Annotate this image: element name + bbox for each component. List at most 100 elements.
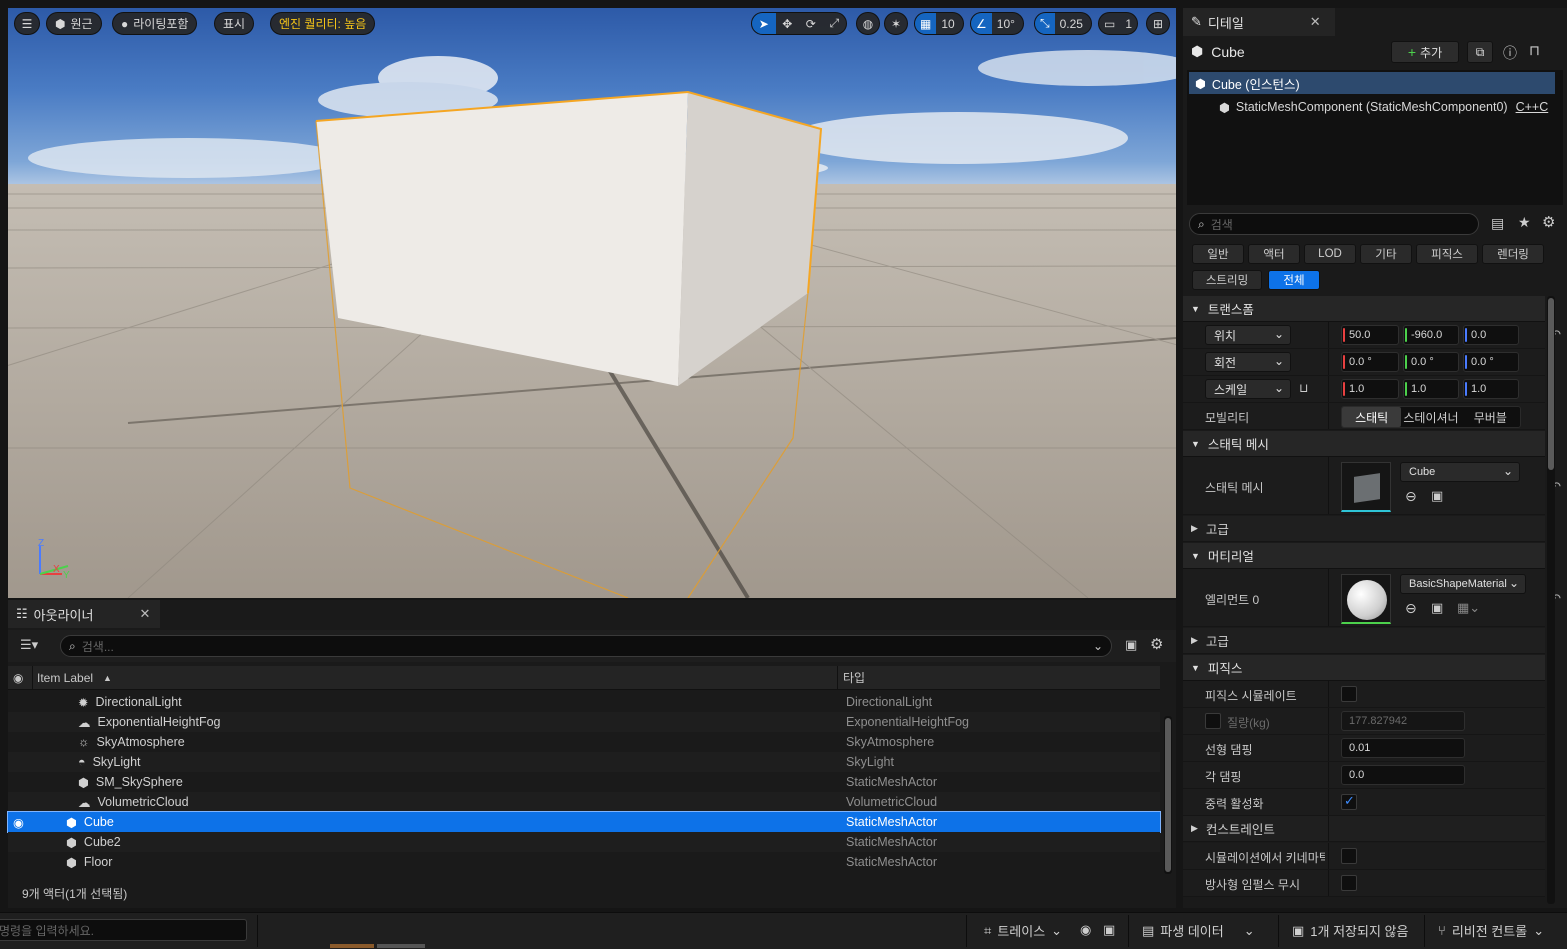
derived-data-button[interactable]: ▤ 파생 데이터 ⌄ <box>1142 913 1255 948</box>
location-dropdown[interactable]: 위치 ⌄ <box>1205 325 1291 345</box>
tab-outliner[interactable]: ☷ 아웃라이너 ✕ <box>8 600 160 628</box>
table-row[interactable]: ✹ DirectionalLight DirectionalLight <box>8 692 1160 712</box>
use-selected-icon[interactable]: ⊖ <box>1405 488 1417 505</box>
category-physics[interactable]: ▼ 피직스 <box>1183 655 1545 681</box>
visibility-eye-icon[interactable]: ◉ <box>13 671 23 685</box>
details-search-input[interactable]: ⌕ 검색 <box>1189 213 1479 235</box>
filter-lod[interactable]: LOD <box>1304 244 1356 264</box>
table-row[interactable]: ◓ SkyLight SkyLight <box>8 752 1160 772</box>
location-x-input[interactable]: 50.0 <box>1341 325 1399 345</box>
scale-z-input[interactable]: 1.0 <box>1463 379 1519 399</box>
category-transform[interactable]: ▼ 트랜스폼 <box>1183 296 1545 322</box>
visibility-eye-icon[interactable]: ◉ <box>13 815 24 830</box>
category-materials[interactable]: ▼ 머티리얼 <box>1183 543 1545 569</box>
filter-streaming[interactable]: 스트리밍 <box>1192 270 1262 290</box>
material-picker[interactable]: BasicShapeMaterial ⌄ <box>1400 574 1526 594</box>
rotation-dropdown[interactable]: 회전 ⌄ <box>1205 352 1291 372</box>
grid-snap-control[interactable]: ▦ 10 <box>914 12 964 35</box>
details-scrollbar[interactable] <box>1547 296 1555 904</box>
mobility-static[interactable]: 스태틱 <box>1342 407 1402 427</box>
column-item-label[interactable]: Item Label <box>37 671 93 685</box>
translate-tool-icon[interactable]: ✥ <box>776 13 800 34</box>
filter-physics[interactable]: 피직스 <box>1416 244 1478 264</box>
show-button[interactable]: 표시 <box>214 12 255 35</box>
star-icon[interactable]: ★ <box>1518 214 1531 231</box>
chevron-down-icon[interactable]: ⌄ <box>1093 639 1103 653</box>
kinematic-checkbox[interactable] <box>1341 848 1357 864</box>
table-view-icon[interactable]: ▤ <box>1491 215 1504 232</box>
surface-snap-button[interactable]: ✶ <box>884 12 908 35</box>
scale-y-input[interactable]: 1.0 <box>1403 379 1459 399</box>
material-thumbnail[interactable] <box>1341 574 1391 624</box>
mass-override-checkbox[interactable] <box>1205 713 1221 729</box>
trace-button[interactable]: ⌗ 트레이스 ⌄ <box>984 913 1062 948</box>
coordinate-space-button[interactable]: ◍ <box>856 12 880 35</box>
mobility-selector[interactable]: 스태틱 스테이셔너 무버블 <box>1341 406 1521 428</box>
component-static-mesh-row[interactable]: ⬢ StaticMeshComponent (StaticMeshCompone… <box>1219 96 1548 118</box>
mass-input[interactable]: 177.827942 <box>1341 711 1465 731</box>
browse-asset-icon[interactable]: ▣ <box>1431 488 1443 504</box>
viewport-layout-button[interactable]: ⊞ <box>1146 12 1170 35</box>
scale-snap-control[interactable]: ⤡ 0.25 <box>1034 12 1092 35</box>
static-mesh-picker[interactable]: Cube ⌄ <box>1400 462 1520 482</box>
rotate-tool-icon[interactable]: ⟳ <box>799 13 823 34</box>
materials-advanced[interactable]: ▶ 고급 <box>1183 628 1545 654</box>
filter-actor[interactable]: 액터 <box>1248 244 1300 264</box>
tab-details[interactable]: ✎ 디테일 ✕ <box>1183 8 1335 36</box>
scale-tool-icon[interactable]: ⤢ <box>823 13 847 34</box>
category-static-mesh[interactable]: ▼ 스태틱 메시 <box>1183 431 1545 457</box>
select-tool-icon[interactable]: ➤ <box>752 13 776 34</box>
filter-general[interactable]: 일반 <box>1192 244 1244 264</box>
component-instance-row[interactable]: ⬢ Cube (인스턴스) <box>1189 72 1555 94</box>
rotation-y-input[interactable]: 0.0 ° <box>1403 352 1459 372</box>
level-viewport[interactable]: ☰ ⬢ 원근 ● 라이팅포함 표시 엔진 퀄리티: 높음 ➤ ✥ ⟳ ⤢ ◍ ✶ <box>8 8 1176 598</box>
add-folder-icon[interactable]: ▣ <box>1125 637 1137 653</box>
blueprint-button[interactable]: ⧉ <box>1467 41 1493 63</box>
table-row[interactable]: ⬢ SM_SkySphere StaticMeshActor <box>8 772 1160 792</box>
filter-all[interactable]: 전체 <box>1268 270 1320 290</box>
camera-speed-control[interactable]: ▭ 1 <box>1098 12 1138 35</box>
rotation-z-input[interactable]: 0.0 ° <box>1463 352 1519 372</box>
table-row[interactable]: ☼ SkyAtmosphere SkyAtmosphere <box>8 732 1160 752</box>
enable-gravity-checkbox[interactable]: ✓ <box>1341 793 1357 810</box>
mesh-thumbnail[interactable] <box>1341 462 1391 512</box>
mobility-movable[interactable]: 무버블 <box>1461 407 1520 427</box>
mobility-stationary[interactable]: 스테이셔너 <box>1401 407 1460 427</box>
viewport-scene[interactable] <box>8 8 1176 598</box>
column-type[interactable]: 타입 <box>843 669 865 686</box>
viewport-menu-button[interactable]: ☰ <box>14 12 40 35</box>
perspective-button[interactable]: ⬢ 원근 <box>46 12 102 35</box>
filter-icon[interactable]: ☰▾ <box>20 637 38 653</box>
static-mesh-advanced[interactable]: ▶ 고급 <box>1183 516 1545 542</box>
outliner-search-input[interactable]: ⌕ 검색... ⌄ <box>60 635 1112 657</box>
table-row-selected[interactable]: ◉ ⬢ Cube StaticMeshActor <box>7 811 1161 833</box>
unlock-icon[interactable]: ⊔ <box>1299 381 1308 395</box>
location-z-input[interactable]: 0.0 <box>1463 325 1519 345</box>
console-command-input[interactable]: 명령을 입력하세요. <box>0 919 247 941</box>
scale-x-input[interactable]: 1.0 <box>1341 379 1399 399</box>
radial-impulse-checkbox[interactable] <box>1341 875 1357 891</box>
rotation-x-input[interactable]: 0.0 ° <box>1341 352 1399 372</box>
browse-asset-icon[interactable]: ▣ <box>1431 600 1443 616</box>
cpp-link[interactable]: C++C <box>1516 100 1549 114</box>
location-y-input[interactable]: -960.0 <box>1403 325 1459 345</box>
filter-rendering[interactable]: 렌더링 <box>1482 244 1544 264</box>
help-icon[interactable]: ⓘ <box>1503 43 1517 63</box>
rotation-snap-control[interactable]: ∠ 10° <box>970 12 1024 35</box>
texture-checker-icon[interactable]: ▦⌄ <box>1457 600 1480 616</box>
close-icon[interactable]: ✕ <box>139 606 150 622</box>
engine-quality-badge[interactable]: 엔진 퀄리티: 높음 <box>270 12 376 35</box>
table-row[interactable]: ☁ VolumetricCloud VolumetricCloud <box>8 792 1160 812</box>
screenshot-icon[interactable]: ▣ <box>1103 922 1115 938</box>
constraints-row[interactable]: ▶ 컨스트레인트 <box>1183 816 1545 842</box>
view-mode-button[interactable]: ● 라이팅포함 <box>112 12 198 35</box>
outliner-scrollbar[interactable] <box>1164 716 1172 874</box>
gear-icon[interactable]: ⚙ <box>1542 213 1555 231</box>
add-component-button[interactable]: + 추가 <box>1391 41 1459 63</box>
close-icon[interactable]: ✕ <box>1310 14 1321 30</box>
angular-damping-input[interactable]: 0.0 <box>1341 765 1465 785</box>
table-row[interactable]: ⬢ Floor StaticMeshActor <box>8 852 1160 872</box>
table-row[interactable]: ☁ ExponentialHeightFog ExponentialHeightF… <box>8 712 1160 732</box>
table-row[interactable]: ⬢ Cube2 StaticMeshActor <box>8 832 1160 852</box>
gear-icon[interactable]: ⚙ <box>1150 635 1163 653</box>
